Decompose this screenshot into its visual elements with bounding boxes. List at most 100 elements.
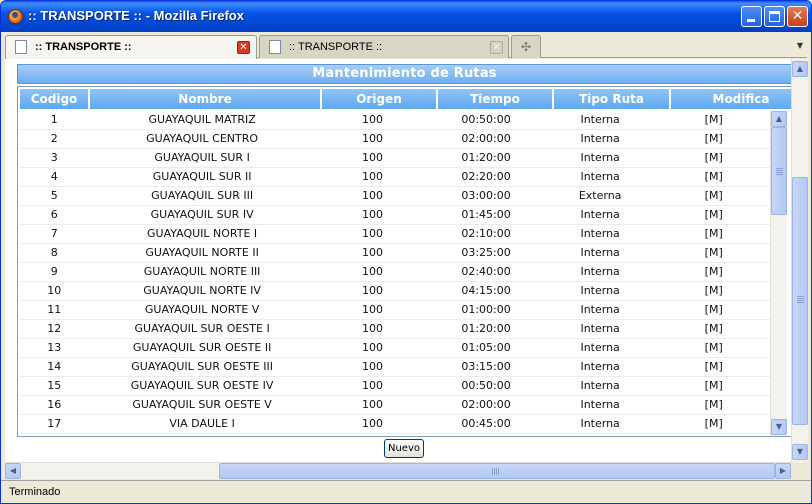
cell-codigo: 6: [50, 208, 58, 221]
cell-tiempo: 01:45:00: [461, 208, 511, 221]
cell-nombre: GUAYAQUIL SUR III: [151, 189, 254, 202]
scroll-down-icon[interactable]: ▼: [792, 444, 808, 460]
column-header-codigo[interactable]: Codigo: [20, 89, 90, 109]
cell-origen: 100: [361, 265, 383, 278]
cell-tiempo: 03:00:00: [461, 189, 511, 202]
table-row: 4 GUAYAQUIL SUR II 100 02:20:00 Interna [M]: [20, 168, 770, 187]
table-row: 9 GUAYAQUIL NORTE III 100 02:40:00 Interna [M…: [20, 263, 770, 282]
cell-origen: 100: [361, 170, 383, 183]
cell-tiempo: 01:20:00: [461, 151, 511, 164]
cell-tiempo: 02:00:00: [461, 398, 511, 411]
table-row: 6 GUAYAQUIL SUR IV 100 01:45:00 Interna [M]: [20, 206, 770, 225]
cell-modifica[interactable]: [M]: [657, 377, 770, 395]
cell-tipo-ruta: Interna: [580, 227, 620, 240]
cell-origen: 100: [361, 360, 383, 373]
tab-label: :: TRANSPORTE ::: [35, 41, 132, 53]
minimize-button[interactable]: [741, 6, 762, 27]
cell-origen: 100: [361, 113, 383, 126]
column-header-modifica[interactable]: Modifica: [671, 89, 791, 109]
cell-tipo-ruta: Interna: [580, 170, 620, 183]
cell-modifica[interactable]: [M]: [657, 320, 770, 338]
table-row: 7 GUAYAQUIL NORTE I 100 02:10:00 Interna [M]: [20, 225, 770, 244]
cell-nombre: GUAYAQUIL SUR OESTE IV: [130, 379, 274, 392]
cell-codigo: 11: [47, 303, 62, 316]
cell-modifica[interactable]: [M]: [657, 358, 770, 376]
cell-codigo: 8: [50, 246, 58, 259]
page-horizontal-scrollbar[interactable]: ◀ ▶: [5, 462, 791, 479]
column-header-nombre[interactable]: Nombre: [90, 89, 322, 109]
cell-codigo: 1: [50, 113, 58, 126]
table-row: 13 GUAYAQUIL SUR OESTE II 100 01:05:00 Inter…: [20, 339, 770, 358]
cell-modifica[interactable]: [M]: [657, 225, 770, 243]
maximize-icon: [769, 11, 780, 22]
column-header-tiempo[interactable]: Tiempo: [438, 89, 554, 109]
cell-tiempo: 00:45:00: [461, 417, 511, 430]
cell-nombre: GUAYAQUIL SUR IV: [150, 208, 254, 221]
tab-close-icon[interactable]: ✕: [490, 41, 503, 54]
cell-tiempo: 03:15:00: [461, 360, 511, 373]
cell-modifica[interactable]: [M]: [657, 206, 770, 224]
status-bar: Terminado: [1, 480, 811, 503]
cell-nombre: GUAYAQUIL MATRIZ: [148, 113, 256, 126]
cell-modifica[interactable]: [M]: [657, 149, 770, 167]
close-window-button[interactable]: ✕: [787, 6, 808, 27]
table-row: 10 GUAYAQUIL NORTE IV 100 04:15:00 Interna [M…: [20, 282, 770, 301]
new-tab-button[interactable]: ✣: [511, 35, 541, 58]
cell-tipo-ruta: Interna: [580, 360, 620, 373]
tab-transporte-inactive[interactable]: :: TRANSPORTE :: ✕: [259, 35, 509, 58]
page-viewport: Mantenimiento de Rutas Codigo Nombre Ori…: [5, 59, 791, 463]
cell-modifica[interactable]: [M]: [657, 263, 770, 281]
cell-codigo: 12: [47, 322, 62, 335]
cell-origen: 100: [361, 189, 383, 202]
close-icon: ✕: [791, 8, 804, 24]
cell-modifica[interactable]: [M]: [657, 301, 770, 319]
page-icon: [15, 40, 27, 54]
table-row: 5 GUAYAQUIL SUR III 100 03:00:00 Externa [M]: [20, 187, 770, 206]
scroll-left-icon[interactable]: ◀: [5, 463, 21, 479]
table-row: 15 GUAYAQUIL SUR OESTE IV 100 00:50:00 Inter…: [20, 377, 770, 396]
cell-modifica[interactable]: [M]: [657, 111, 770, 129]
nuevo-button[interactable]: Nuevo: [384, 439, 424, 458]
cell-tiempo: 02:40:00: [461, 265, 511, 278]
tab-close-icon[interactable]: ✕: [237, 41, 250, 54]
firefox-icon: [8, 9, 23, 24]
tab-transporte-active[interactable]: :: TRANSPORTE :: ✕: [5, 35, 257, 59]
cell-tiempo: 01:20:00: [461, 322, 511, 335]
scroll-thumb[interactable]: [219, 463, 775, 479]
scroll-thumb[interactable]: [771, 127, 787, 215]
scroll-down-icon[interactable]: ▼: [771, 419, 787, 435]
title-bar[interactable]: :: TRANSPORTE :: - Mozilla Firefox ✕: [1, 1, 811, 32]
column-header-tipo-ruta[interactable]: Tipo Ruta: [554, 89, 671, 109]
cell-tiempo: 04:15:00: [461, 284, 511, 297]
cell-modifica[interactable]: [M]: [657, 187, 770, 205]
panel-title: Mantenimiento de Rutas: [17, 64, 791, 84]
scroll-right-icon[interactable]: ▶: [775, 463, 791, 479]
cell-modifica[interactable]: [M]: [657, 244, 770, 262]
cell-modifica[interactable]: [M]: [657, 168, 770, 186]
cell-tipo-ruta: Interna: [580, 265, 620, 278]
scroll-up-icon[interactable]: ▲: [771, 111, 787, 127]
maximize-button[interactable]: [764, 6, 785, 27]
scroll-up-icon[interactable]: ▲: [792, 61, 808, 77]
cell-codigo: 17: [47, 417, 62, 430]
cell-tiempo: 01:05:00: [461, 341, 511, 354]
grid-vertical-scrollbar[interactable]: ▲ ▼: [770, 111, 787, 436]
scroll-thumb[interactable]: [792, 177, 808, 425]
page-vertical-scrollbar[interactable]: ▲ ▼: [791, 59, 808, 462]
table-row: 11 GUAYAQUIL NORTE V 100 01:00:00 Interna [M]: [20, 301, 770, 320]
cell-nombre: GUAYAQUIL SUR OESTE I: [134, 322, 270, 335]
tab-list-chevron-icon[interactable]: ▼: [793, 38, 807, 54]
column-header-origen[interactable]: Origen: [322, 89, 438, 109]
cell-modifica[interactable]: [M]: [657, 339, 770, 357]
tab-label: :: TRANSPORTE ::: [289, 41, 383, 53]
cell-origen: 100: [361, 208, 383, 221]
cell-nombre: GUAYAQUIL SUR OESTE II: [132, 341, 272, 354]
cell-tipo-ruta: Interna: [580, 322, 620, 335]
cell-modifica[interactable]: [M]: [657, 415, 770, 433]
cell-modifica[interactable]: [M]: [657, 130, 770, 148]
cell-origen: 100: [361, 246, 383, 259]
table-row: 2 GUAYAQUIL CENTRO 100 02:00:00 Interna [M]: [20, 130, 770, 149]
cell-modifica[interactable]: [M]: [657, 396, 770, 414]
scrollbar-corner: [791, 462, 809, 479]
cell-modifica[interactable]: [M]: [657, 282, 770, 300]
